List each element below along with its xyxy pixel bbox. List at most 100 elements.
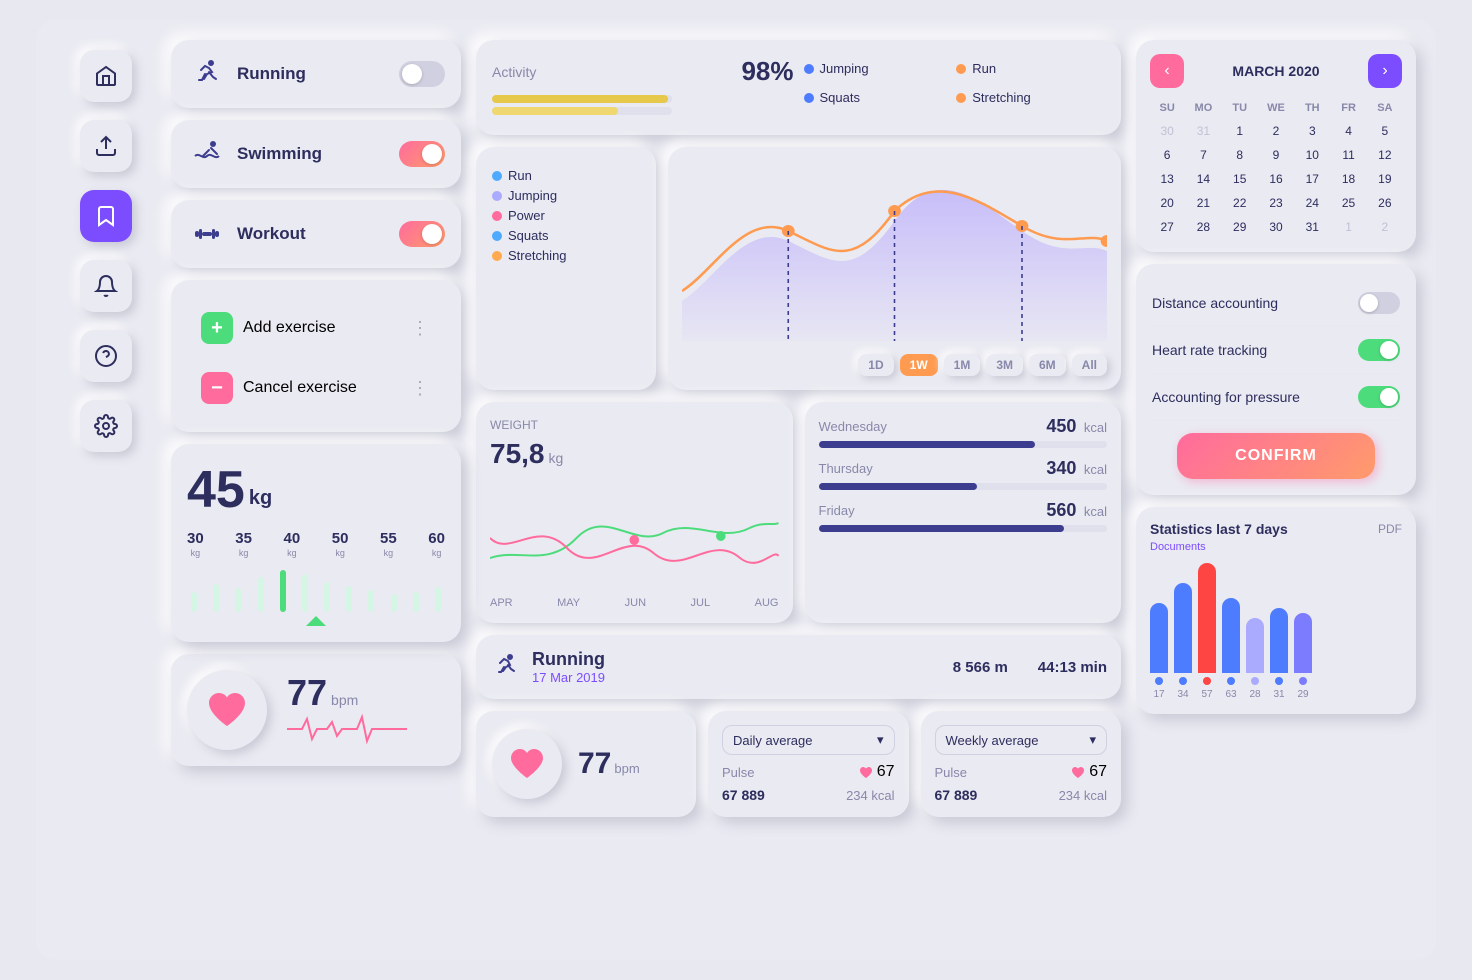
cal-day[interactable]: 23 xyxy=(1259,192,1293,214)
cal-day[interactable]: 27 xyxy=(1150,216,1184,238)
cal-day[interactable]: 31 xyxy=(1295,216,1329,238)
cal-day[interactable]: 31 xyxy=(1186,120,1220,142)
cal-day[interactable]: 13 xyxy=(1150,168,1184,190)
stats-bar-col-1: 17 xyxy=(1150,603,1168,700)
filter-1w[interactable]: 1W xyxy=(900,354,938,376)
sidebar-icon-bell[interactable] xyxy=(80,260,132,312)
distance-accounting-toggle[interactable] xyxy=(1358,292,1400,314)
cal-day[interactable]: 22 xyxy=(1223,192,1257,214)
legend-dot-jumping xyxy=(804,64,814,74)
cal-day[interactable]: 2 xyxy=(1259,120,1293,142)
stats-dot-5 xyxy=(1251,677,1259,685)
weight-chart-card: WEIGHT 75,8 kg xyxy=(476,402,793,623)
sidebar-icon-home[interactable] xyxy=(80,50,132,102)
calorie-friday: Friday 560 kcal xyxy=(819,500,1108,532)
cal-day[interactable]: 20 xyxy=(1150,192,1184,214)
chart-legend-card: Run Jumping Power Squats xyxy=(476,147,656,390)
stats-documents-link[interactable]: Documents xyxy=(1150,541,1402,553)
add-exercise-row: + Add exercise ⋮ xyxy=(187,300,445,356)
cal-prev-btn[interactable]: ‹ xyxy=(1150,54,1184,88)
cal-day[interactable]: 29 xyxy=(1223,216,1257,238)
cal-day[interactable]: 14 xyxy=(1186,168,1220,190)
cal-day[interactable]: 18 xyxy=(1331,168,1365,190)
cal-day[interactable]: 26 xyxy=(1368,192,1402,214)
cal-day[interactable]: 16 xyxy=(1259,168,1293,190)
cal-day[interactable]: 2 xyxy=(1368,216,1402,238)
cancel-exercise-menu[interactable]: ⋮ xyxy=(411,378,431,399)
cal-day[interactable]: 28 xyxy=(1186,216,1220,238)
filter-all[interactable]: All xyxy=(1072,354,1107,376)
cal-day[interactable]: 4 xyxy=(1331,120,1365,142)
stats-bar-col-3: 57 xyxy=(1198,563,1216,700)
daily-avg-select[interactable]: Daily average ▾ xyxy=(722,725,895,755)
cal-day[interactable]: 30 xyxy=(1259,216,1293,238)
ecg-line xyxy=(287,714,407,744)
legend-jumping-2: Jumping xyxy=(492,188,640,203)
cal-day[interactable]: 1 xyxy=(1223,120,1257,142)
pressure-accounting-toggle[interactable] xyxy=(1358,386,1400,408)
stats-bar-1 xyxy=(1150,603,1168,673)
weekly-avg-select[interactable]: Weekly average ▾ xyxy=(935,725,1108,755)
calorie-list-card: Wednesday 450 kcal Thursday xyxy=(805,402,1122,623)
heart-rate-tracking-toggle[interactable] xyxy=(1358,339,1400,361)
cal-day[interactable]: 21 xyxy=(1186,192,1220,214)
workout-toggle[interactable] xyxy=(399,221,445,247)
heart-circle xyxy=(492,729,562,799)
filter-1m[interactable]: 1M xyxy=(944,354,981,376)
cal-next-btn[interactable]: › xyxy=(1368,54,1402,88)
cal-day[interactable]: 11 xyxy=(1331,144,1365,166)
distance-accounting-label: Distance accounting xyxy=(1152,295,1278,311)
bar-10 xyxy=(391,594,397,612)
add-exercise-icon[interactable]: + xyxy=(201,312,233,344)
filter-1d[interactable]: 1D xyxy=(858,354,893,376)
stats-bar-4 xyxy=(1222,598,1240,673)
cal-day[interactable]: 5 xyxy=(1368,120,1402,142)
stats-bars-container: 17 34 57 63 xyxy=(1150,563,1402,700)
cal-day[interactable]: 24 xyxy=(1295,192,1329,214)
calorie-bar-fri xyxy=(819,525,1108,532)
filter-6m[interactable]: 6M xyxy=(1029,354,1066,376)
cal-day[interactable]: 25 xyxy=(1331,192,1365,214)
running-toggle[interactable] xyxy=(399,61,445,87)
stats-pdf-btn[interactable]: PDF xyxy=(1378,522,1402,536)
sidebar-icon-settings[interactable] xyxy=(80,400,132,452)
weight-calorie-row: WEIGHT 75,8 kg xyxy=(476,402,1121,623)
weight-unit: kg xyxy=(249,487,272,510)
cal-day[interactable]: 3 xyxy=(1295,120,1329,142)
legend-label-squats: Squats xyxy=(820,90,860,105)
add-exercise-menu[interactable]: ⋮ xyxy=(411,318,431,339)
cal-day[interactable]: 1 xyxy=(1331,216,1365,238)
weight-chart-months: APR MAY JUN JUL AUG xyxy=(490,597,779,609)
add-exercise-label: Add exercise xyxy=(243,319,336,337)
stats-bar-3 xyxy=(1198,563,1216,673)
cal-day[interactable]: 17 xyxy=(1295,168,1329,190)
weekly-pulse-val: 67 xyxy=(1089,763,1107,781)
area-chart-card: 1D 1W 1M 3M 6M All xyxy=(668,147,1121,390)
swimming-label: Swimming xyxy=(237,144,399,164)
cal-day[interactable]: 9 xyxy=(1259,144,1293,166)
filter-3m[interactable]: 3M xyxy=(986,354,1023,376)
swimming-toggle[interactable] xyxy=(399,141,445,167)
cal-day[interactable]: 15 xyxy=(1223,168,1257,190)
sidebar-icon-bookmark[interactable] xyxy=(80,190,132,242)
sidebar-icon-help[interactable] xyxy=(80,330,132,382)
calorie-unit-thu: kcal xyxy=(1084,462,1107,477)
stats-bar-col-6: 31 xyxy=(1270,608,1288,700)
cancel-exercise-icon[interactable]: − xyxy=(201,372,233,404)
cal-day[interactable]: 8 xyxy=(1223,144,1257,166)
activity-percent: 98% xyxy=(741,56,793,87)
cal-day[interactable]: 30 xyxy=(1150,120,1184,142)
weekly-avg-card: Weekly average ▾ Pulse 67 67 889 234 kca… xyxy=(921,711,1122,817)
bpm-large: 77 xyxy=(578,747,611,781)
progress-fill-2 xyxy=(492,107,618,115)
cal-day[interactable]: 12 xyxy=(1368,144,1402,166)
sidebar-icon-upload[interactable] xyxy=(80,120,132,172)
cal-day[interactable]: 7 xyxy=(1186,144,1220,166)
cal-day[interactable]: 19 xyxy=(1368,168,1402,190)
legend-stretching-2: Stretching xyxy=(492,248,640,263)
cal-day[interactable]: 6 xyxy=(1150,144,1184,166)
cal-day[interactable]: 10 xyxy=(1295,144,1329,166)
legend-squats: Squats xyxy=(804,90,953,105)
running-info-icon xyxy=(490,651,522,683)
confirm-button[interactable]: CONFIRM xyxy=(1177,433,1375,479)
